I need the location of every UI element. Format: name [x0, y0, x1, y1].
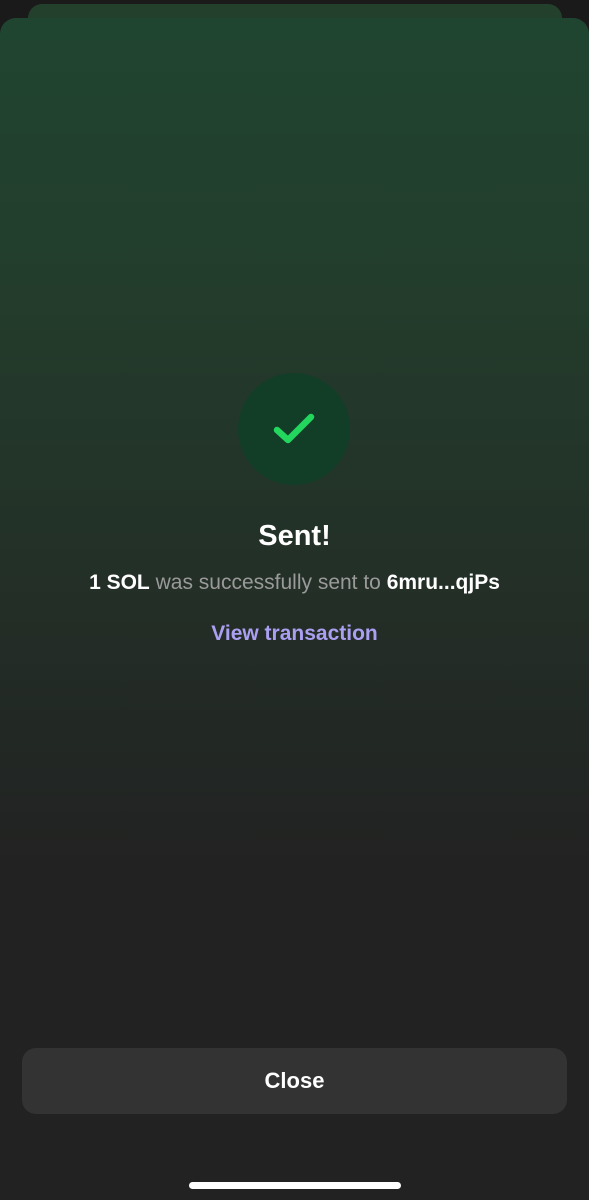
message-text: was successfully sent to [149, 571, 387, 594]
checkmark-icon [273, 413, 315, 444]
page-title: Sent! [258, 520, 331, 552]
sent-amount: 1 SOL [89, 571, 150, 594]
view-transaction-link[interactable]: View transaction [0, 620, 589, 648]
close-button[interactable]: Close [22, 1048, 567, 1114]
recipient-address: 6mru...qjPs [386, 571, 500, 594]
success-badge [238, 373, 350, 485]
success-message: 1 SOL was successfully sent to 6mru...qj… [0, 568, 589, 598]
home-indicator [189, 1182, 401, 1189]
success-sheet [0, 18, 589, 1200]
